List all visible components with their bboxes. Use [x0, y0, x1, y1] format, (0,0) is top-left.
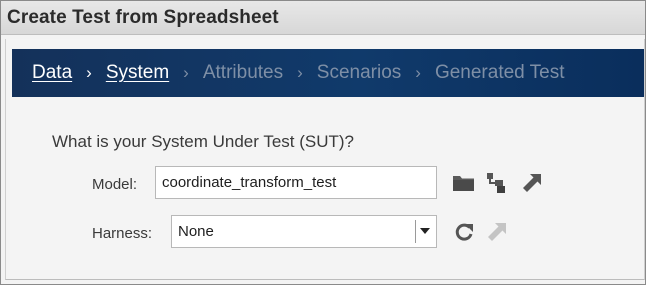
step-scenarios: Scenarios — [316, 62, 402, 83]
wizard-breadcrumb: Data › System › Attributes › Scenarios ›… — [12, 49, 644, 97]
step-generated-test: Generated Test — [434, 62, 565, 83]
go-to-arrow-icon — [485, 220, 509, 244]
folder-icon[interactable] — [452, 171, 476, 195]
harness-dropdown[interactable]: None — [171, 215, 437, 248]
model-label: Model: — [92, 176, 138, 193]
model-field[interactable] — [155, 166, 437, 199]
dialog-title: Create Test from Spreadsheet — [7, 7, 279, 28]
create-test-dialog: Create Test from Spreadsheet Data › Syst… — [0, 0, 646, 285]
breadcrumb-separator-icon: › — [415, 63, 421, 82]
step-data[interactable]: Data — [32, 62, 72, 84]
step-attributes: Attributes — [202, 62, 284, 83]
chevron-down-icon[interactable] — [420, 228, 430, 234]
harness-label: Harness: — [92, 225, 153, 242]
dropdown-divider — [415, 220, 416, 243]
new-model-icon[interactable] — [485, 171, 509, 195]
title-bar[interactable]: Create Test from Spreadsheet — [1, 1, 645, 35]
breadcrumb-separator-icon: › — [86, 63, 92, 82]
dialog-content: Data › System › Attributes › Scenarios ›… — [5, 39, 645, 280]
refresh-icon[interactable] — [452, 220, 476, 244]
step-system[interactable]: System — [106, 62, 169, 84]
breadcrumb-separator-icon: › — [183, 63, 189, 82]
harness-selected-value: None — [178, 223, 214, 240]
go-to-arrow-icon[interactable] — [520, 171, 544, 195]
sut-question: What is your System Under Test (SUT)? — [52, 132, 354, 151]
breadcrumb-separator-icon: › — [297, 63, 303, 82]
